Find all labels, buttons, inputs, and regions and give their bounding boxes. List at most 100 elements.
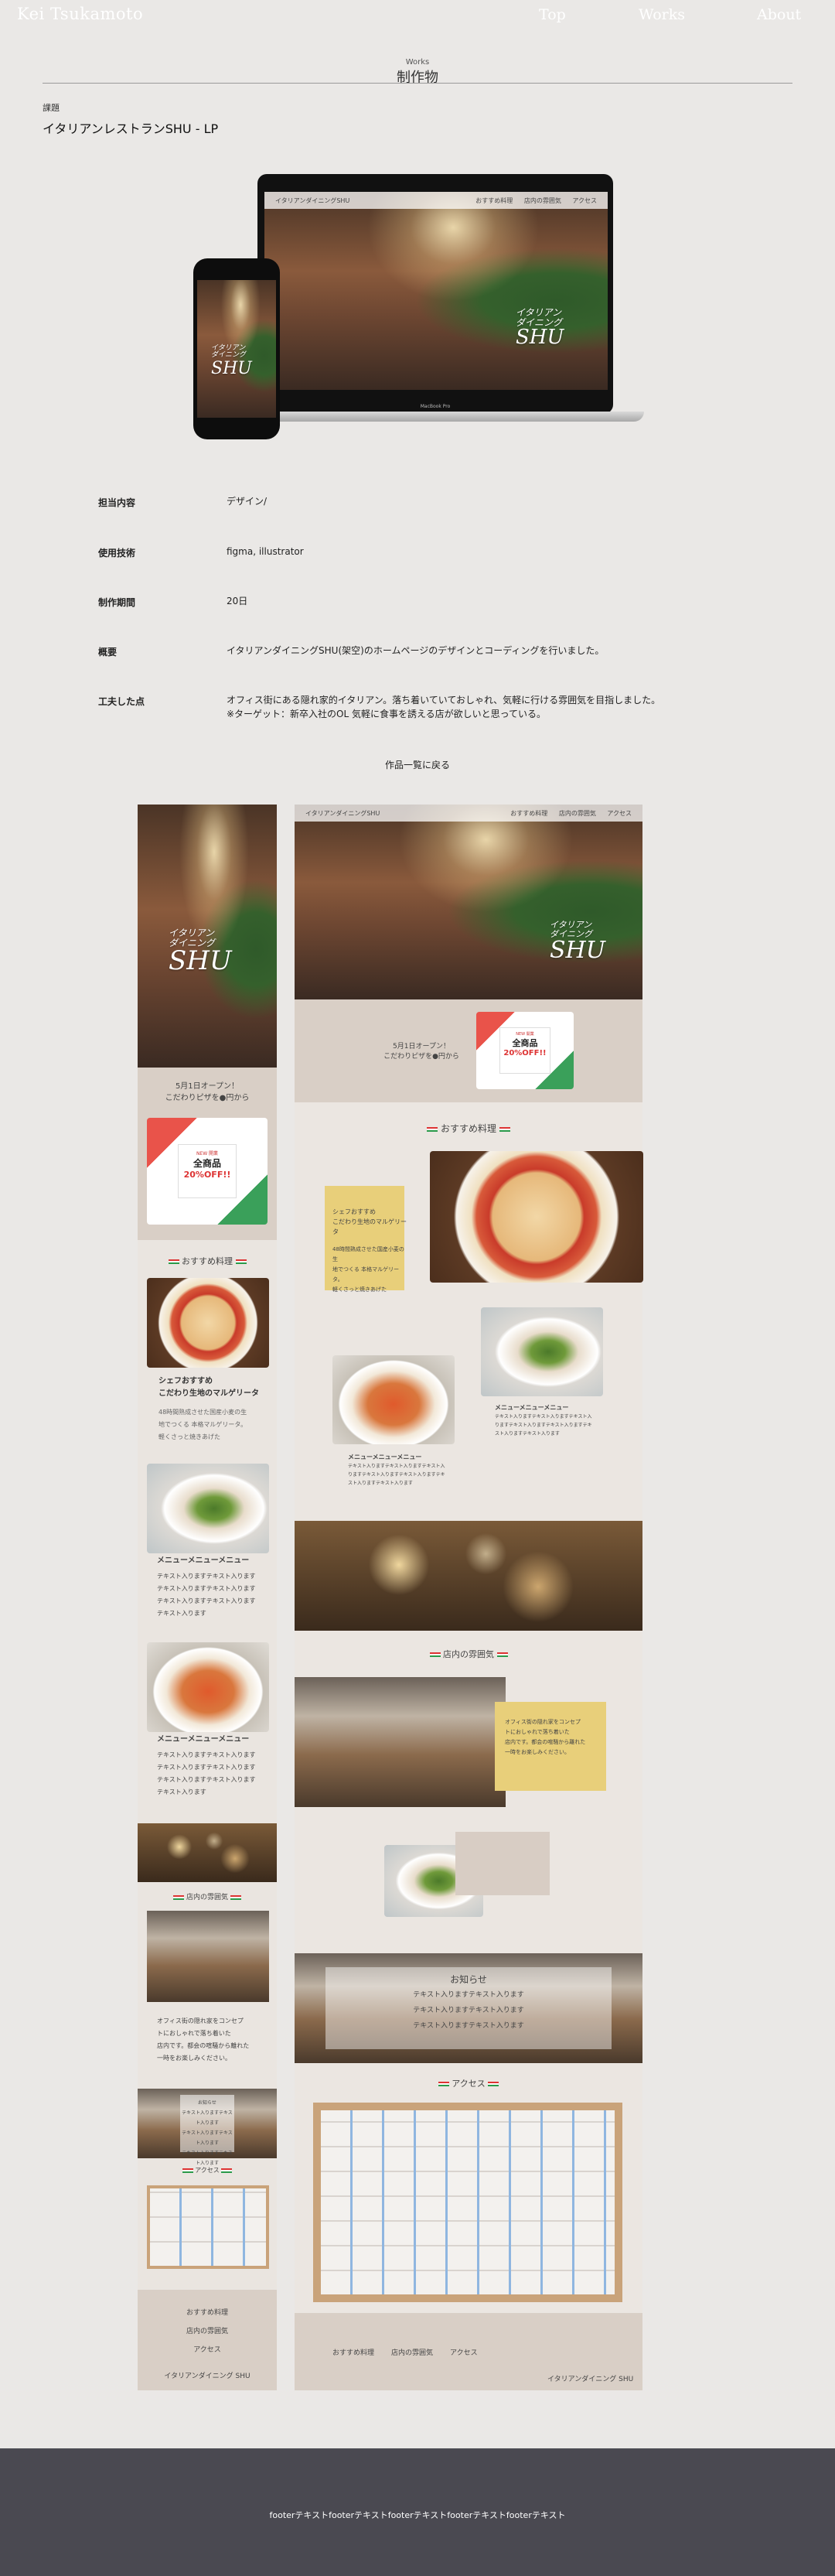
access-map[interactable] (147, 2185, 269, 2269)
chef-title-line: シェフおすすめ (158, 1377, 213, 1385)
footer-link[interactable]: おすすめ料理 (138, 2304, 277, 2322)
laptop-screen: イタリアンダイニングSHU おすすめ料理 店内の雰囲気 アクセス イタリアン ダ… (264, 192, 608, 390)
access-heading: アクセス (138, 2166, 277, 2175)
mock-nav-link: アクセス (572, 196, 597, 204)
chef-text-line: 地でつくる 本格マルゲリータ。 (332, 1266, 400, 1283)
phone-screen: イタリアン ダイニング SHU (197, 280, 276, 418)
detail-value: 20日 (227, 596, 248, 606)
menu-text: テキスト入りますテキスト入りますテキスト入りますテキスト入りますテキスト入ります… (157, 1573, 256, 1617)
pasta-image (147, 1642, 269, 1732)
mock-logo-main: SHU (516, 326, 564, 350)
menu-text: テキスト入りますテキスト入りますテキスト入りますテキスト入りますテキスト入ります… (495, 1414, 592, 1437)
nav-top[interactable]: Top (539, 6, 566, 23)
mock-logo: イタリアン ダイニング SHU (516, 308, 564, 348)
footer-link[interactable]: アクセス (450, 2344, 478, 2362)
news-box: お知らせ テキスト入りますテキスト入ります テキスト入りますテキスト入ります テ… (180, 2095, 234, 2166)
chef-title-line: こだわり生地のマルゲリータ (158, 1389, 259, 1398)
site-name[interactable]: Kei Tsukamoto (17, 5, 143, 23)
chef-text-line: 地でつくる 本格マルゲリータ。 (158, 1421, 247, 1428)
news-item: テキスト入りますテキスト入ります (413, 1991, 524, 1999)
mock-nav-link: おすすめ料理 (510, 809, 548, 817)
mock-nav: イタリアンダイニングSHU おすすめ料理 店内の雰囲気 アクセス (295, 805, 642, 822)
chef-title-line: シェフおすすめ (332, 1208, 376, 1215)
desktop-footer-brand: イタリアンダイニング SHU (547, 2376, 634, 2383)
news-title: お知らせ (450, 1974, 487, 1985)
chef-text-line: 48時間熟成させた国産小麦の生 (332, 1246, 404, 1262)
mock-nav: イタリアンダイニングSHU おすすめ料理 店内の雰囲気 アクセス (264, 192, 608, 209)
chef-title-line: こだわり生地のマルゲリータ (332, 1218, 407, 1235)
footer-link[interactable]: 店内の雰囲気 (138, 2322, 277, 2341)
nav-about[interactable]: About (757, 6, 801, 23)
footer-link[interactable]: アクセス (138, 2341, 277, 2359)
recommend-title: おすすめ料理 (440, 1123, 496, 1134)
detail-label: 使用技術 (98, 548, 136, 559)
news-item: テキスト入りますテキスト入ります (413, 2007, 524, 2014)
access-map[interactable] (313, 2103, 622, 2302)
open-line: こだわりピザを●円から (165, 1094, 250, 1102)
detail-label: 概要 (98, 647, 118, 658)
section-title: 制作物 (397, 70, 438, 86)
recommend-title: おすすめ料理 (182, 1256, 233, 1266)
project-label: 課題 (43, 103, 60, 113)
detail-value: デザイン/ (227, 496, 268, 507)
detail-value: figma, illustrator (227, 546, 304, 557)
pasta-image (332, 1355, 455, 1444)
sale-main: 全商品 (193, 1158, 221, 1169)
recommend-heading: おすすめ料理 (138, 1255, 277, 1267)
mock-logo: イタリアン ダイニング SHU (169, 928, 232, 975)
atmosphere-text: オフィス街の隠れ家をコンセプ トにおしゃれで落ち着いた 店内です。都会の喧騒から… (505, 1717, 585, 1758)
news-item: テキスト入りますテキスト入ります (182, 2110, 233, 2126)
menu-text: テキスト入りますテキスト入りますテキスト入りますテキスト入りますテキスト入ります… (157, 1751, 256, 1795)
mock-logo-main: SHU (211, 358, 252, 378)
news-box: お知らせ テキスト入りますテキスト入ります テキスト入りますテキスト入ります テ… (325, 1967, 612, 2049)
atmosphere-text-line: トにおしゃれで落ち着いた (505, 1729, 570, 1735)
open-text: 5月1日オープン！ こだわりピザを●円から (363, 1040, 479, 1061)
mock-nav-link: 店内の雰囲気 (523, 196, 561, 204)
atmosphere-text-line: 一時をお楽しみください。 (157, 2055, 231, 2062)
mobile-footer-links: おすすめ料理 店内の雰囲気 アクセス (138, 2304, 277, 2359)
desktop-footer-links: おすすめ料理 店内の雰囲気 アクセス (332, 2344, 478, 2362)
access-heading: アクセス (295, 2077, 642, 2089)
news-item: テキスト入りますテキスト入ります (413, 2022, 524, 2030)
footer-link[interactable]: おすすめ料理 (332, 2344, 374, 2362)
sale-main: 全商品 (512, 1038, 538, 1048)
sale-banner: NEW 開業 全商品 20%OFF!! (147, 1118, 268, 1225)
bokeh-banner (138, 1823, 277, 1882)
mock-nav-brand: イタリアンダイニングSHU (305, 809, 380, 817)
mobile-hero: イタリアン ダイニング SHU (138, 805, 277, 1068)
atmosphere-text: オフィス街の隠れ家をコンセプ トにおしゃれで落ち着いた 店内です。都会の喧騒から… (157, 2015, 249, 2065)
mock-logo-main: SHU (550, 937, 605, 965)
mock-nav-brand: イタリアンダイニングSHU (275, 196, 350, 204)
news-banner: お知らせ テキスト入りますテキスト入ります テキスト入りますテキスト入ります テ… (138, 2089, 277, 2166)
mock-logo-line: イタリアン (169, 928, 215, 938)
back-to-works-link[interactable]: 作品一覧に戻る (0, 758, 835, 771)
open-line: こだわりピザを●円から (383, 1053, 459, 1061)
mock-nav-link: おすすめ料理 (475, 196, 513, 204)
menu-title: メニューメニューメニュー (157, 1556, 250, 1565)
atmosphere-text-line: トにおしゃれで落ち着いた (157, 2030, 231, 2037)
chef-card-text: シェフおすすめ こだわり生地のマルゲリータ 48時間熟成させた国産小麦の生 地で… (332, 1207, 408, 1295)
news-title: お知らせ (198, 2100, 216, 2106)
open-text: 5月1日オープン！ こだわりピザを●円から (138, 1079, 277, 1102)
nav-works[interactable]: Works (639, 6, 685, 23)
section-divider (43, 83, 792, 84)
detail-label: 制作期間 (98, 597, 136, 608)
footer-text: footerテキストfooterテキストfooterテキストfooterテキスト… (269, 2510, 566, 2520)
menu-text: テキスト入りますテキスト入りますテキスト入りますテキスト入りますテキスト入ります… (348, 1464, 445, 1486)
detail-value: ※ターゲット：新卒入社のOL 気軽に食事を誘える店が欲しいと思っている。 (227, 709, 547, 719)
atmosphere-title: 店内の雰囲気 (186, 1894, 228, 1901)
pizza-image (430, 1151, 643, 1283)
section-subtitle: Works (405, 58, 430, 67)
interior-image (147, 1911, 269, 2002)
chef-text-line: 軽くさっと焼きあげた (332, 1286, 387, 1293)
detail-label: 工夫した点 (98, 696, 145, 707)
atmosphere-text-line: 一時をお楽しみください。 (505, 1749, 570, 1755)
footer-link[interactable]: 店内の雰囲気 (391, 2344, 433, 2362)
chef-title: シェフおすすめ こだわり生地のマルゲリータ (158, 1375, 259, 1400)
interior-image (295, 1677, 506, 1807)
laptop-brand: MacBook Pro (420, 404, 451, 409)
salad-image (481, 1307, 603, 1396)
mobile-footer-brand: イタリアンダイニング SHU (164, 2373, 250, 2380)
pizza-image (147, 1278, 269, 1368)
laptop-base (242, 412, 644, 422)
